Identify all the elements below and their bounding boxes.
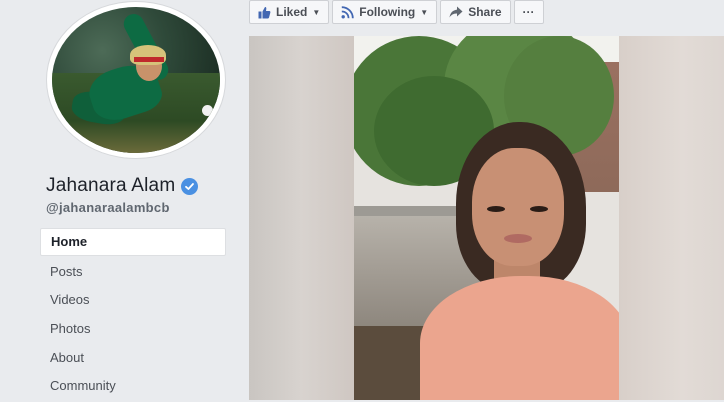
thumbs-up-icon xyxy=(258,6,271,19)
video-person-face xyxy=(472,148,564,266)
liked-label: Liked xyxy=(276,5,308,19)
share-label: Share xyxy=(468,5,502,19)
share-button[interactable]: Share xyxy=(440,0,511,24)
avatar-figure-hair xyxy=(130,45,166,65)
more-icon: ··· xyxy=(522,5,535,19)
share-arrow-icon xyxy=(449,6,463,18)
following-label: Following xyxy=(359,5,416,19)
page-nav: Home Posts Videos Photos About Community xyxy=(40,228,226,402)
page-action-bar: Liked ▼ Following ▼ Share ··· xyxy=(249,0,544,24)
left-column: Jahanara Alam @jahanaraalambcb Home Post… xyxy=(0,0,238,400)
video-player[interactable] xyxy=(249,36,724,400)
nav-item-videos[interactable]: Videos xyxy=(40,287,226,313)
video-person-top xyxy=(420,276,619,400)
profile-picture[interactable] xyxy=(52,7,220,153)
chevron-down-icon: ▼ xyxy=(420,7,429,17)
page-username[interactable]: @jahanaraalambcb xyxy=(46,200,170,215)
nav-item-photos[interactable]: Photos xyxy=(40,316,226,342)
more-options-button[interactable]: ··· xyxy=(513,0,544,24)
following-button[interactable]: Following ▼ xyxy=(332,0,438,24)
video-blur-right xyxy=(619,36,724,400)
nav-item-about[interactable]: About xyxy=(40,345,226,371)
liked-button[interactable]: Liked ▼ xyxy=(249,0,330,24)
page-name-row: Jahanara Alam xyxy=(46,174,199,198)
page-title[interactable]: Jahanara Alam xyxy=(46,175,175,197)
video-person-eye xyxy=(530,206,548,212)
nav-item-home[interactable]: Home xyxy=(40,228,226,256)
rss-icon xyxy=(341,5,354,19)
nav-item-posts[interactable]: Posts xyxy=(40,259,226,285)
nav-item-community[interactable]: Community xyxy=(40,373,226,399)
avatar-figure-headband xyxy=(134,57,164,62)
video-frame[interactable] xyxy=(354,36,619,400)
verified-badge-icon xyxy=(181,177,199,195)
avatar-cricket-ball xyxy=(202,105,213,116)
chevron-down-icon: ▼ xyxy=(312,7,321,17)
video-person-lips xyxy=(504,234,532,243)
video-blur-left xyxy=(249,36,354,400)
video-person-eye xyxy=(487,206,505,212)
profile-picture-frame[interactable] xyxy=(47,2,225,158)
